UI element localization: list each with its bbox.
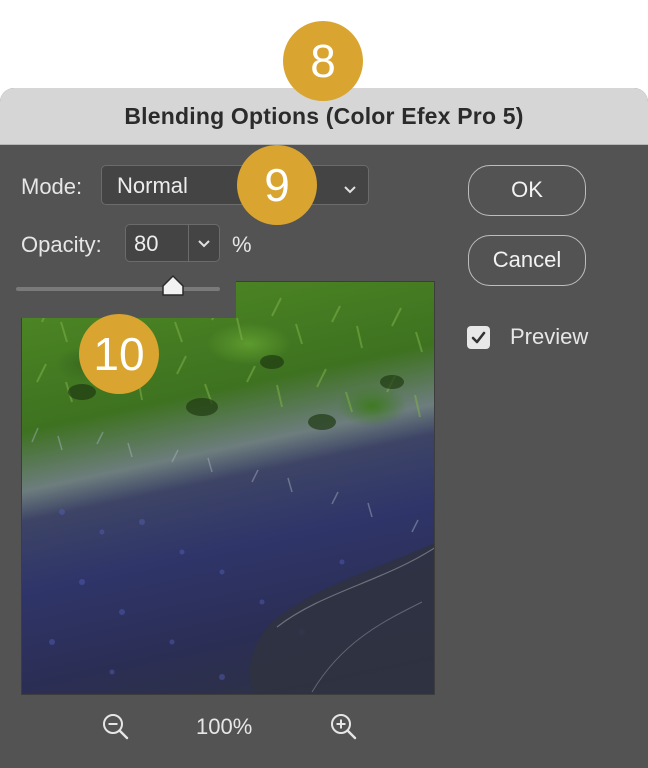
mode-value: Normal <box>117 173 188 198</box>
opacity-slider-panel <box>0 274 236 318</box>
annotation-badge-9: 9 <box>237 145 317 225</box>
preview-checkbox[interactable] <box>467 326 490 349</box>
opacity-label: Opacity: <box>21 232 102 257</box>
chevron-down-icon <box>198 240 210 248</box>
opacity-slider-track[interactable] <box>16 287 220 291</box>
zoom-out-icon[interactable] <box>101 712 131 747</box>
annotation-badge-8: 8 <box>283 21 363 101</box>
dialog-title: Blending Options (Color Efex Pro 5) <box>124 102 524 129</box>
annotation-badge-10: 10 <box>79 314 159 394</box>
preview-label: Preview <box>510 324 589 349</box>
chevron-down-icon <box>342 177 358 203</box>
checkmark-icon <box>471 331 486 344</box>
zoom-in-icon[interactable] <box>329 712 359 747</box>
cancel-button[interactable]: Cancel <box>468 235 586 286</box>
slider-thumb-icon[interactable] <box>160 274 186 303</box>
ok-button[interactable]: OK <box>468 165 586 216</box>
opacity-value: 80 <box>134 231 159 256</box>
opacity-dropdown-button[interactable] <box>188 225 219 261</box>
mode-select[interactable]: Normal <box>101 165 369 205</box>
opacity-unit: % <box>232 232 252 257</box>
opacity-field[interactable]: 80 <box>125 224 220 262</box>
mode-label: Mode: <box>21 174 83 199</box>
zoom-level: 100% <box>196 714 253 739</box>
blending-options-dialog: Blending Options (Color Efex Pro 5) Mode… <box>0 88 648 768</box>
